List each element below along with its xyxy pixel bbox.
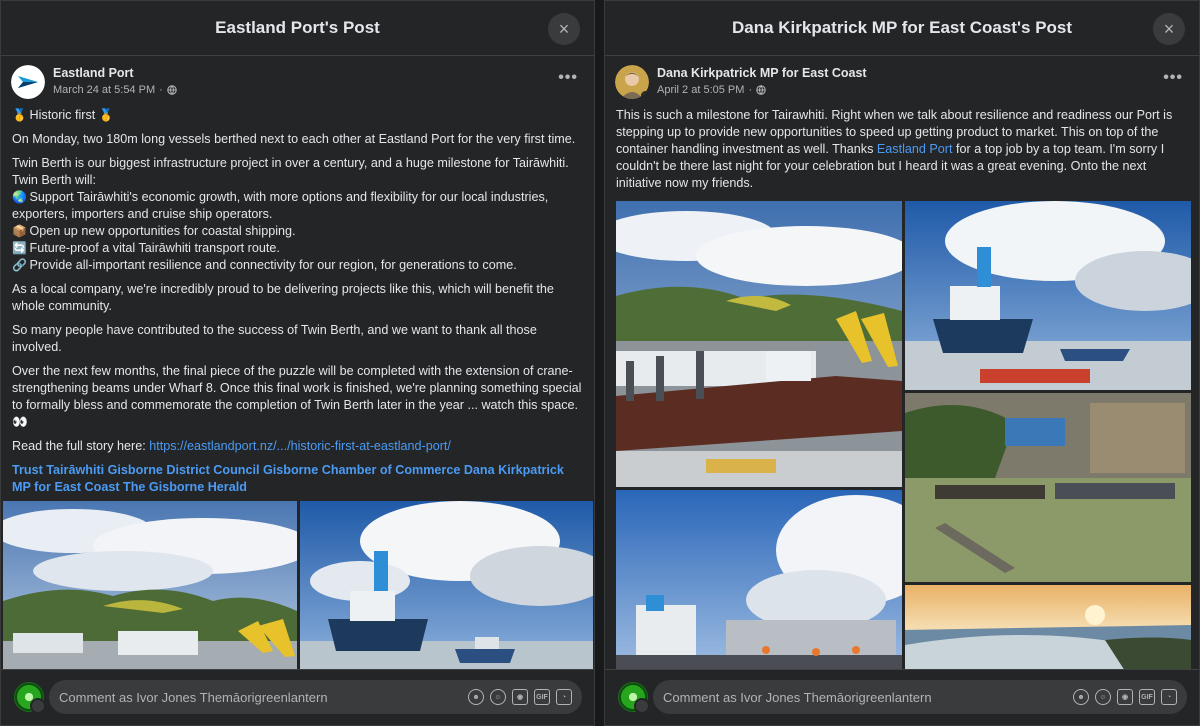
- repeat-icon: 🔄: [12, 241, 27, 255]
- post-author[interactable]: Eastland Port: [53, 66, 134, 80]
- medal-icon: 🥇: [12, 108, 27, 122]
- post-heading: Historic first: [29, 108, 96, 122]
- post-photo[interactable]: [905, 201, 1191, 390]
- emoji-icon[interactable]: ☺: [1095, 689, 1111, 705]
- link-icon: 🔗: [12, 258, 27, 272]
- comment-tools: ☻ ☺ ◉ GIF ◔: [468, 680, 572, 714]
- post-body: This is such a milestone for Tairawhiti.…: [616, 107, 1189, 199]
- sticker-icon[interactable]: ◔: [556, 689, 572, 705]
- globe-icon: [756, 85, 766, 95]
- read-more-line: Read the full story here: https://eastla…: [12, 439, 451, 453]
- comment-tools: ☻ ☺ ◉ GIF ◔: [1073, 680, 1177, 714]
- post-photo[interactable]: [300, 501, 593, 671]
- close-button[interactable]: ×: [548, 13, 580, 45]
- tagged-pages[interactable]: Trust Tairāwhiti Gisborne District Counc…: [12, 462, 584, 496]
- paragraph: On Monday, two 180m long vessels berthed…: [12, 132, 576, 146]
- online-status-dot: [641, 91, 649, 99]
- comment-input[interactable]: Comment as Ivor Jones Themāorigreenlante…: [653, 680, 1187, 714]
- list-item: 🔗 Provide all-important resilience and c…: [12, 258, 517, 272]
- list-item: 📦 Open up new opportunities for coastal …: [12, 224, 296, 238]
- post-dialog-left: Eastland Port's Post × Eastland Port Mar…: [0, 0, 595, 726]
- dialog-header: Eastland Port's Post ×: [1, 1, 594, 56]
- post-timestamp[interactable]: March 24 at 5:54 PM: [53, 84, 155, 96]
- more-options-button[interactable]: •••: [1163, 69, 1183, 87]
- paragraph: This is such a milestone for Tairawhiti.…: [616, 108, 1173, 190]
- globe-icon: [167, 85, 177, 95]
- avatar-sticker-icon[interactable]: ☻: [1073, 689, 1089, 705]
- post-photo[interactable]: [905, 393, 1191, 582]
- page-mention-link[interactable]: Eastland Port: [877, 142, 953, 156]
- article-link[interactable]: https://eastlandport.nz/.../historic-fir…: [149, 439, 451, 453]
- post-header: Dana Kirkpatrick MP for East Coast April…: [615, 63, 1189, 101]
- post-photo[interactable]: [616, 201, 902, 487]
- camera-icon[interactable]: ◉: [1117, 689, 1133, 705]
- list-item: 🌏 Support Tairāwhiti's economic growth, …: [12, 190, 549, 221]
- post-author[interactable]: Dana Kirkpatrick MP for East Coast: [657, 66, 867, 80]
- close-button[interactable]: ×: [1153, 13, 1185, 45]
- avatar[interactable]: [615, 65, 649, 99]
- dialog-title: Dana Kirkpatrick MP for East Coast's Pos…: [731, 18, 1073, 37]
- close-icon: ×: [1163, 18, 1175, 39]
- post-photo[interactable]: [616, 490, 902, 671]
- dialog-header: Dana Kirkpatrick MP for East Coast's Pos…: [605, 1, 1199, 56]
- paragraph: Twin Berth will:: [12, 173, 96, 187]
- comment-input[interactable]: Comment as Ivor Jones Themāorigreenlante…: [49, 680, 582, 714]
- sticker-icon[interactable]: ◔: [1161, 689, 1177, 705]
- medal-icon: 🥇: [98, 108, 114, 122]
- close-icon: ×: [558, 18, 570, 39]
- post-timestamp[interactable]: April 2 at 5:05 PM: [657, 84, 744, 96]
- dialog-title: Eastland Port's Post: [215, 18, 380, 37]
- camera-icon[interactable]: ◉: [512, 689, 528, 705]
- list-item: 🔄 Future-proof a vital Tairāwhiti transp…: [12, 241, 280, 255]
- avatar[interactable]: [618, 682, 650, 714]
- avatar[interactable]: [11, 65, 45, 99]
- comment-bar: Comment as Ivor Jones Themāorigreenlante…: [605, 669, 1199, 725]
- package-icon: 📦: [12, 224, 27, 238]
- post-photo[interactable]: [3, 501, 297, 671]
- paragraph: As a local company, we're incredibly pro…: [12, 282, 554, 313]
- post-dialog-right: Dana Kirkpatrick MP for East Coast's Pos…: [604, 0, 1200, 726]
- avatar-sticker-icon[interactable]: ☻: [468, 689, 484, 705]
- comment-bar: Comment as Ivor Jones Themāorigreenlante…: [1, 669, 594, 725]
- post-header: Eastland Port March 24 at 5:54 PM · •••: [11, 63, 584, 101]
- avatar[interactable]: [14, 682, 46, 714]
- paragraph: Over the next few months, the final piec…: [12, 364, 582, 429]
- comment-placeholder: Comment as Ivor Jones Themāorigreenlante…: [663, 689, 932, 705]
- post-meta: April 2 at 5:05 PM ·: [657, 84, 766, 96]
- post-body: 🥇 Historic first 🥇 On Monday, two 180m l…: [12, 107, 584, 503]
- post-meta: March 24 at 5:54 PM ·: [53, 84, 177, 96]
- paragraph: Twin Berth is our biggest infrastructure…: [12, 156, 569, 170]
- post-photo[interactable]: [905, 585, 1191, 671]
- more-options-button[interactable]: •••: [558, 69, 578, 87]
- paragraph: So many people have contributed to the s…: [12, 323, 537, 354]
- gif-icon[interactable]: GIF: [1139, 689, 1155, 705]
- emoji-icon[interactable]: ☺: [490, 689, 506, 705]
- globe-emoji-icon: 🌏: [12, 190, 27, 204]
- gif-icon[interactable]: GIF: [534, 689, 550, 705]
- comment-placeholder: Comment as Ivor Jones Themāorigreenlante…: [59, 689, 328, 705]
